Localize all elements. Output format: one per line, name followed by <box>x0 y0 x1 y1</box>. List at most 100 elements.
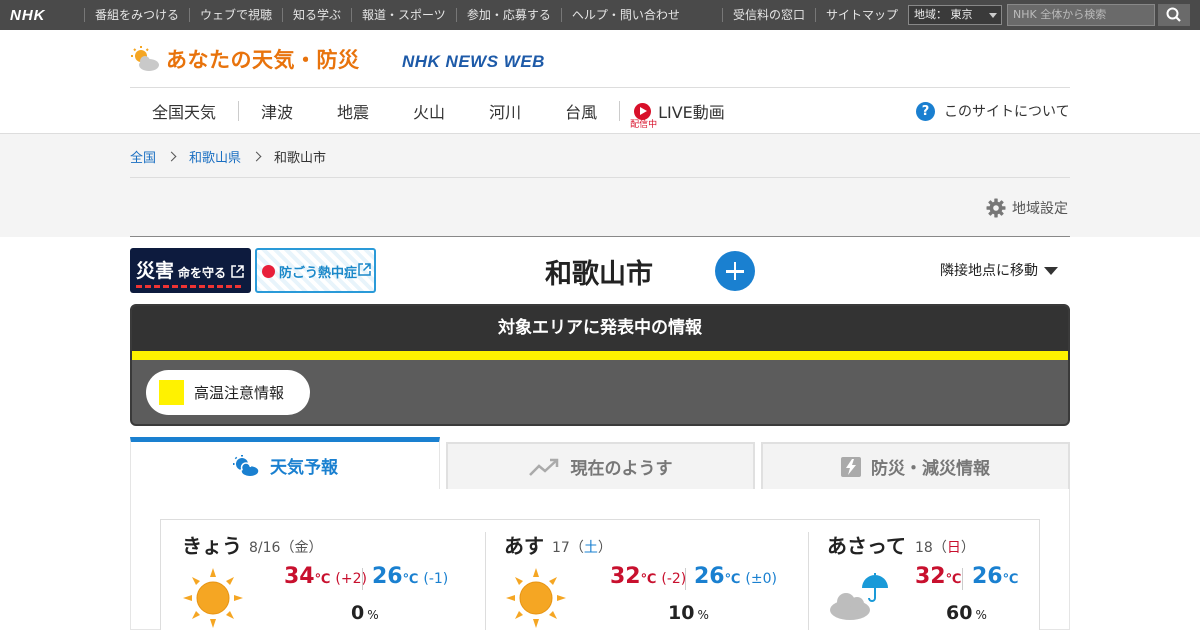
global-nav-item[interactable]: 知る学ぶ <box>282 8 351 22</box>
about-site-link[interactable]: ? このサイトについて <box>916 101 1070 121</box>
brand[interactable]: あなたの天気・防災 <box>130 44 360 74</box>
banner-stripe <box>136 285 244 288</box>
forecast-day-label: きょう <box>182 534 242 558</box>
gear-icon <box>986 198 1006 218</box>
divider <box>362 568 363 590</box>
chevron-down-icon <box>989 13 997 18</box>
forecast-weekday: 金 <box>294 540 309 556</box>
forecast-day: あさって 18（日） 32℃ 26℃ 60% <box>808 520 1039 630</box>
region-setting-label: 地域設定 <box>1012 201 1068 217</box>
forecast-high-temp: 32℃ <box>915 564 962 589</box>
tab-weather-forecast[interactable]: 天気予報 <box>130 437 440 489</box>
city-name: 和歌山市 <box>545 259 653 290</box>
brand-title: あなたの天気・防災 <box>166 48 360 72</box>
sun-cloud-icon <box>131 46 159 71</box>
nearby-location-label: 隣接地点に移動 <box>940 263 1038 279</box>
global-nav-item[interactable]: 参加・応募する <box>455 8 561 22</box>
chevron-right-icon <box>166 151 177 162</box>
disaster-banner-title: 災害 <box>136 260 175 282</box>
region-select-label: 地域： 東京 <box>914 8 973 21</box>
global-nav-item[interactable]: ヘルプ・問い合わせ <box>560 8 690 22</box>
alert-panel: 対象エリアに発表中の情報 高温注意情報 <box>130 304 1070 426</box>
breadcrumb-current: 和歌山市 <box>274 151 327 166</box>
alert-item-label: 高温注意情報 <box>194 384 285 402</box>
tab-current-conditions[interactable]: 現在のようす <box>446 442 755 489</box>
global-nav-bar: NHK 番組をみつける ウェブで視聴 知る学ぶ 報道・スポーツ 参加・応募する … <box>0 0 1200 30</box>
tab-label: 防災・減災情報 <box>871 459 990 479</box>
trend-line-icon <box>528 458 558 476</box>
forecast-low-temp: 26℃ (-1) <box>372 564 449 589</box>
cloud-umbrella-icon <box>830 573 888 620</box>
heatstroke-banner-label: 防ごう熱中症 <box>279 266 358 281</box>
global-nav-item[interactable]: 報道・スポーツ <box>351 8 456 22</box>
divider <box>685 568 686 590</box>
site-header: あなたの天気・防災 NHK NEWS WEB 全国天気 津波 地震 火山 河川 … <box>0 30 1200 134</box>
chevron-right-icon <box>251 151 262 162</box>
external-link-icon <box>358 263 371 276</box>
forecast-weekday: 土 <box>583 540 598 556</box>
search-button[interactable] <box>1158 4 1190 26</box>
forecast-precip-chance: 60% <box>946 602 987 624</box>
search-input[interactable]: NHK 全体から検索 <box>1007 4 1155 26</box>
forecast-day-label: あす <box>504 534 544 558</box>
nhk-logo[interactable]: NHK <box>10 7 46 24</box>
menu-item-typhoon[interactable]: 台風 <box>543 99 619 123</box>
nearby-location-select[interactable]: 隣接地点に移動 <box>926 255 1070 287</box>
disaster-banner-subtitle: 命を守る <box>178 266 227 280</box>
forecast-day: あす 17（土） 32℃ (-2) 26℃ (±0) 10% <box>485 520 807 630</box>
alert-item-high-temperature[interactable]: 高温注意情報 <box>146 370 310 415</box>
forecast-low-temp: 26℃ (±0) <box>694 564 777 589</box>
divider <box>130 177 1070 178</box>
main-menu: 全国天気 津波 地震 火山 河川 台風 LIVE動画 配信中 <box>130 88 725 134</box>
sun-icon <box>183 568 243 628</box>
menu-item-tsunami[interactable]: 津波 <box>239 99 315 123</box>
forecast-date: 18（日） <box>915 540 975 556</box>
forecast-precip-chance: 10% <box>668 602 709 624</box>
global-nav-item[interactable]: サイトマップ <box>815 8 908 22</box>
alert-color-swatch <box>159 380 184 405</box>
region-select[interactable]: 地域： 東京 <box>908 5 1002 25</box>
sun-icon <box>262 265 275 278</box>
forecast-low-temp: 26℃ <box>972 564 1019 589</box>
forecast-day: きょう 8/16（金） 34℃ (+2) 26℃ (-1) 0% <box>161 520 483 630</box>
global-nav-item[interactable]: ウェブで視聴 <box>189 8 282 22</box>
global-nav-item[interactable]: 受信料の窓口 <box>722 8 815 22</box>
heatstroke-banner[interactable]: 防ごう熱中症 <box>255 248 376 293</box>
live-badge: 配信中 <box>630 120 658 130</box>
live-label: LIVE動画 <box>658 103 725 122</box>
divider <box>808 532 809 630</box>
add-location-button[interactable] <box>715 251 755 291</box>
forecast-high-temp: 32℃ (-2) <box>610 564 687 589</box>
divider <box>485 532 486 630</box>
sun-cloud-icon <box>233 454 260 477</box>
forecast-precip-chance: 0% <box>351 602 379 624</box>
tab-label: 天気予報 <box>270 458 338 478</box>
global-nav-right: 受信料の窓口 サイトマップ <box>722 0 908 30</box>
forecast-weekday: 日 <box>946 540 961 556</box>
global-nav: 番組をみつける ウェブで視聴 知る学ぶ 報道・スポーツ 参加・応募する ヘルプ・… <box>84 0 690 30</box>
region-setting-button[interactable]: 地域設定 <box>986 198 1068 218</box>
menu-item-earthquake[interactable]: 地震 <box>315 99 391 123</box>
breadcrumb-item[interactable]: 全国 <box>130 147 156 166</box>
tab-disaster-prevention[interactable]: 防災・減災情報 <box>761 442 1070 489</box>
nhk-news-web-logo[interactable]: NHK NEWS WEB <box>402 52 545 72</box>
lightning-icon <box>841 456 861 477</box>
external-link-icon <box>231 265 244 278</box>
menu-item-national-weather[interactable]: 全国天気 <box>130 99 238 123</box>
alert-level-bar <box>132 351 1068 360</box>
divider <box>130 236 1070 237</box>
search-icon <box>1166 7 1181 22</box>
disaster-banner[interactable]: 災害 命を守る <box>130 248 251 293</box>
help-icon: ? <box>916 101 935 121</box>
menu-item-river[interactable]: 河川 <box>467 99 543 123</box>
menu-item-live[interactable]: LIVE動画 配信中 <box>620 99 725 130</box>
forecast-day-label: あさって <box>827 534 906 558</box>
menu-item-volcano[interactable]: 火山 <box>391 99 467 123</box>
breadcrumb: 全国 和歌山県 和歌山市 <box>130 147 326 166</box>
forecast-date: 8/16（金） <box>249 540 323 556</box>
breadcrumb-item[interactable]: 和歌山県 <box>189 147 241 166</box>
forecast-date: 17（土） <box>552 540 612 556</box>
sun-icon <box>506 568 566 628</box>
divider <box>962 568 963 590</box>
global-nav-item[interactable]: 番組をみつける <box>84 8 189 22</box>
